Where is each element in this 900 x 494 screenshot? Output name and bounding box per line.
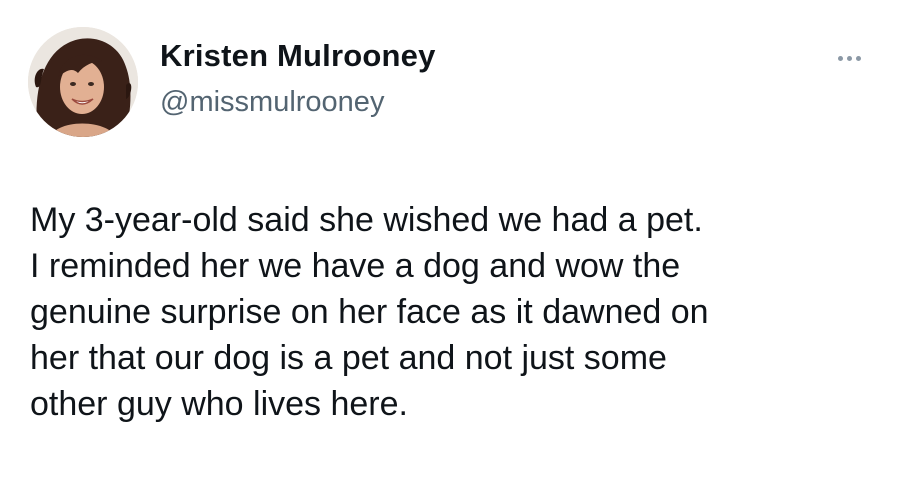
tweet-line: My 3-year-old said she wished we had a p… [30, 201, 703, 239]
profile-photo-icon [28, 27, 138, 137]
dot [856, 56, 861, 61]
dot [847, 56, 852, 61]
author-name[interactable]: Kristen Mulrooney [160, 38, 436, 74]
tweet-line: her that our dog is a pet and not just s… [30, 339, 667, 377]
tweet-line: I reminded her we have a dog and wow the [30, 247, 681, 285]
author-handle[interactable]: @missmulrooney [160, 86, 384, 119]
tweet-line: genuine surprise on her face as it dawne… [30, 293, 709, 331]
tweet-line: other guy who lives here. [30, 385, 408, 423]
dot [838, 56, 843, 61]
tweet-text: My 3-year-old said she wished we had a p… [30, 197, 880, 427]
tweet-card: Kristen Mulrooney @missmulrooney My 3-ye… [0, 0, 900, 494]
more-options-icon[interactable] [832, 50, 868, 66]
avatar[interactable] [28, 27, 138, 137]
